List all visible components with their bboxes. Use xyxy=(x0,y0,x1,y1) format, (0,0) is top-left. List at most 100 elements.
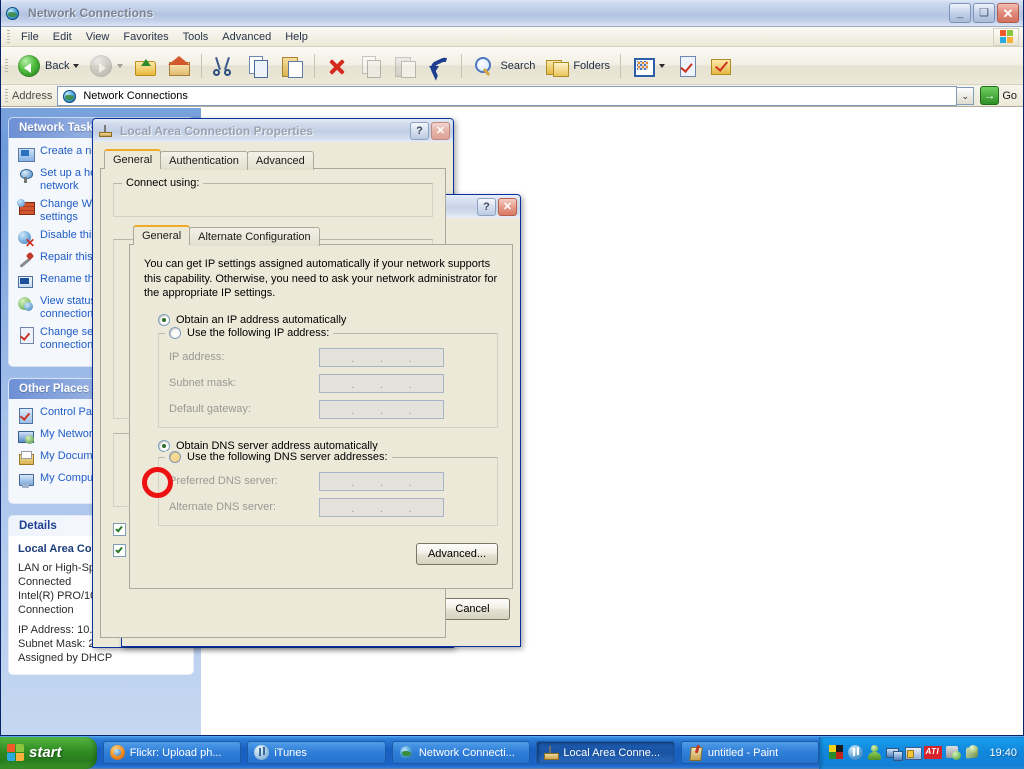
use-following-ip-label: Use the following IP address: xyxy=(187,327,329,339)
use-following-dns-radio[interactable] xyxy=(169,451,181,463)
address-input[interactable]: Network Connections xyxy=(57,86,957,106)
tcpip-tabstrip: General Alternate Configuration xyxy=(129,224,513,245)
taskbar-button-network-connections[interactable]: Network Connecti... xyxy=(392,741,531,764)
obtain-ip-automatically-option[interactable]: Obtain an IP address automatically xyxy=(158,314,498,326)
copy-to-folder-button xyxy=(388,52,422,80)
folders-icon xyxy=(545,54,569,78)
back-dropdown-icon[interactable] xyxy=(73,64,79,68)
tcpip-close-button[interactable]: ✕ xyxy=(498,198,517,216)
ip-address-label: IP address: xyxy=(169,351,319,363)
menu-item-favorites[interactable]: Favorites xyxy=(116,29,175,45)
cut-button[interactable] xyxy=(207,52,241,80)
advanced-button[interactable]: Advanced... xyxy=(416,543,498,565)
network-tray-icon[interactable] xyxy=(886,745,901,760)
delete-button[interactable] xyxy=(320,52,354,80)
lac-dialog-title: Local Area Connection Properties xyxy=(120,124,313,138)
system-tray: 19:40 xyxy=(819,737,1024,769)
manual-ip-groupbox: Use the following IP address: IP address… xyxy=(158,333,498,428)
use-following-dns-option[interactable]: Use the following DNS server addresses: xyxy=(165,451,392,463)
tab-alternate-configuration[interactable]: Alternate Configuration xyxy=(189,227,320,246)
search-label: Search xyxy=(500,60,535,72)
go-button[interactable]: → Go xyxy=(980,86,1023,105)
itunes-tray-icon[interactable] xyxy=(848,745,863,760)
paste-button[interactable] xyxy=(275,52,309,80)
paint-tray-icon[interactable] xyxy=(829,745,844,760)
default-gateway-label: Default gateway: xyxy=(169,403,319,415)
back-button[interactable]: Back xyxy=(12,52,84,80)
taskbar-button-paint[interactable]: untitled - Paint xyxy=(681,741,820,764)
views-button[interactable] xyxy=(626,52,670,80)
maximize-button[interactable]: ❑ xyxy=(973,3,995,23)
obtain-ip-radio[interactable] xyxy=(158,314,170,326)
views-dropdown-icon[interactable] xyxy=(659,64,665,68)
menu-item-view[interactable]: View xyxy=(79,29,117,45)
menu-item-edit[interactable]: Edit xyxy=(46,29,79,45)
search-button[interactable]: Search xyxy=(467,52,540,80)
tab-general[interactable]: General xyxy=(104,149,161,169)
taskbar-button-firefox[interactable]: Flickr: Upload ph... xyxy=(103,741,242,764)
globe-icon xyxy=(5,5,21,21)
folders-button[interactable]: Folders xyxy=(540,52,615,80)
misc-tray-icon[interactable] xyxy=(965,745,980,760)
taskbar-button-label: iTunes xyxy=(274,747,307,759)
close-button[interactable]: ✕ xyxy=(997,3,1019,23)
start-button[interactable]: start xyxy=(0,737,97,769)
connect-using-groupbox: Connect using: xyxy=(113,183,433,217)
ati-icon[interactable] xyxy=(924,745,942,760)
preferred-dns-input[interactable]: . . . xyxy=(319,472,444,491)
taskbar-button-itunes[interactable]: iTunes xyxy=(247,741,386,764)
notify-checkbox[interactable] xyxy=(113,544,126,557)
windows-logo-button[interactable] xyxy=(993,28,1019,46)
show-icon-checkbox[interactable] xyxy=(113,523,126,536)
local-area-connection-icon xyxy=(543,745,558,760)
view-status-icon xyxy=(18,296,34,312)
toolbar-separator xyxy=(201,54,202,78)
use-following-ip-option[interactable]: Use the following IP address: xyxy=(165,327,333,339)
messenger-icon[interactable] xyxy=(867,745,882,760)
lac-help-button[interactable]: ? xyxy=(410,122,429,140)
menu-item-help[interactable]: Help xyxy=(278,29,315,45)
menu-item-file[interactable]: File xyxy=(14,29,46,45)
folders-label: Folders xyxy=(573,60,610,72)
up-button[interactable] xyxy=(128,52,162,80)
minimize-button[interactable]: _ xyxy=(949,3,971,23)
tab-general[interactable]: General xyxy=(133,225,190,245)
toolbar-separator-3 xyxy=(461,54,462,78)
lac-close-button[interactable]: ✕ xyxy=(431,122,450,140)
control-panel-icon xyxy=(18,407,34,423)
alternate-dns-input[interactable]: . . . xyxy=(319,498,444,517)
menu-item-tools[interactable]: Tools xyxy=(176,29,216,45)
tcpip-description: You can get IP settings assigned automat… xyxy=(144,257,498,301)
cancel-button[interactable]: Cancel xyxy=(435,598,510,620)
network-setup-button[interactable] xyxy=(670,52,704,80)
menu-item-advanced[interactable]: Advanced xyxy=(215,29,278,45)
tab-advanced[interactable]: Advanced xyxy=(247,151,314,170)
change-settings-icon xyxy=(18,327,34,343)
ip-address-input[interactable]: . . . xyxy=(319,348,444,367)
undo-button[interactable] xyxy=(422,52,456,80)
forward-dropdown-icon[interactable] xyxy=(117,64,123,68)
network-folder-button[interactable] xyxy=(704,52,738,80)
document-check-icon xyxy=(675,54,699,78)
lac-dialog-titlebar: Local Area Connection Properties ? ✕ xyxy=(93,119,453,142)
taskbar-clock[interactable]: 19:40 xyxy=(989,747,1017,759)
obtain-ip-label: Obtain an IP address automatically xyxy=(176,314,346,326)
firewall-icon xyxy=(18,199,34,215)
tab-authentication[interactable]: Authentication xyxy=(160,151,248,170)
network-connections-icon xyxy=(399,745,414,760)
network-adapter-icon xyxy=(98,124,114,138)
taskbar-button-local-area-connection[interactable]: Local Area Conne... xyxy=(536,741,675,764)
default-gateway-input[interactable]: . . . xyxy=(319,400,444,419)
subnet-mask-input[interactable]: . . . xyxy=(319,374,444,393)
window-controls: _ ❑ ✕ xyxy=(949,3,1021,23)
use-following-ip-radio[interactable] xyxy=(169,327,181,339)
toolbar-separator-2 xyxy=(314,54,315,78)
shield-update-icon[interactable] xyxy=(946,745,961,760)
forward-button[interactable] xyxy=(84,52,128,80)
copy-button[interactable] xyxy=(241,52,275,80)
tcpip-help-button[interactable]: ? xyxy=(477,198,496,216)
home-button[interactable] xyxy=(162,52,196,80)
address-label: Address xyxy=(12,90,52,102)
security-lock-icon[interactable] xyxy=(905,745,920,760)
address-dropdown-button[interactable]: ⌄ xyxy=(957,87,974,105)
